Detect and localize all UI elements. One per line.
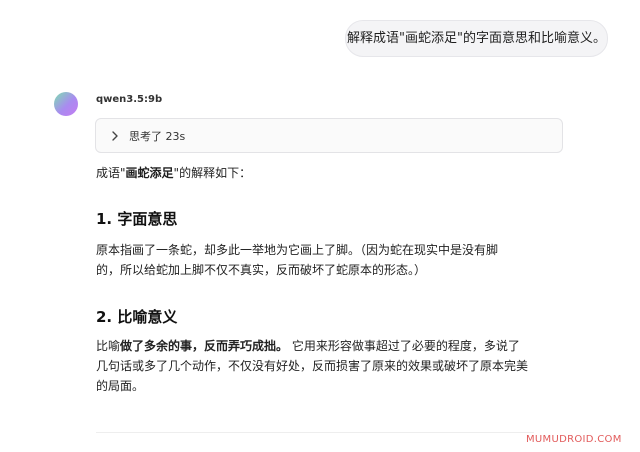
divider bbox=[96, 432, 534, 433]
chevron-right-icon bbox=[112, 131, 118, 141]
intro-idiom: 画蛇添足 bbox=[125, 166, 174, 180]
section-heading-literal: 1. 字面意思 bbox=[96, 210, 178, 228]
answer-intro: 成语"画蛇添足"的解释如下： bbox=[96, 164, 251, 181]
paragraph-line: 比喻做了多余的事，反而弄巧成拙。 它用来形容做事超过了必要的程度，多说了 bbox=[96, 336, 536, 356]
paragraph-line: 的，所以给蛇加上脚不仅不真实，反而破坏了蛇原本的形态。） bbox=[96, 263, 427, 277]
line-pre: 比喻 bbox=[96, 339, 121, 353]
model-avatar bbox=[54, 92, 78, 116]
intro-pre: 成语" bbox=[96, 166, 126, 180]
paragraph-line: 原本指画了一条蛇，却多此一举地为它画上了脚。（因为蛇在现实中是没有脚 bbox=[96, 243, 499, 257]
paragraph-line: 几句话或多了几个动作，不仅没有好处，反而损害了原来的效果或破坏了原本完美 bbox=[96, 359, 529, 373]
paragraph-line: 的局面。 bbox=[96, 379, 145, 393]
thinking-toggle[interactable]: 思考了 23s bbox=[95, 118, 563, 153]
user-message-bubble: 解释成语"画蛇添足"的字面意思和比喻意义。 bbox=[345, 20, 608, 57]
section-heading-figurative: 2. 比喻意义 bbox=[96, 308, 178, 326]
line-post: 它用来形容做事超过了必要的程度，多说了 bbox=[288, 339, 520, 353]
model-name: qwen3.5:9b bbox=[96, 94, 163, 105]
line-bold: 做了多余的事，反而弄巧成拙。 bbox=[120, 339, 289, 353]
section-body-literal: 原本指画了一条蛇，却多此一举地为它画上了脚。（因为蛇在现实中是没有脚 的，所以给… bbox=[96, 240, 536, 280]
intro-post: "的解释如下： bbox=[173, 166, 252, 180]
thinking-label: 思考了 23s bbox=[129, 130, 186, 143]
watermark: MUMUDROID.COM bbox=[526, 434, 622, 445]
section-body-figurative: 比喻做了多余的事，反而弄巧成拙。 它用来形容做事超过了必要的程度，多说了 几句话… bbox=[96, 336, 536, 396]
user-message-text: 解释成语"画蛇添足"的字面意思和比喻意义。 bbox=[347, 31, 606, 46]
